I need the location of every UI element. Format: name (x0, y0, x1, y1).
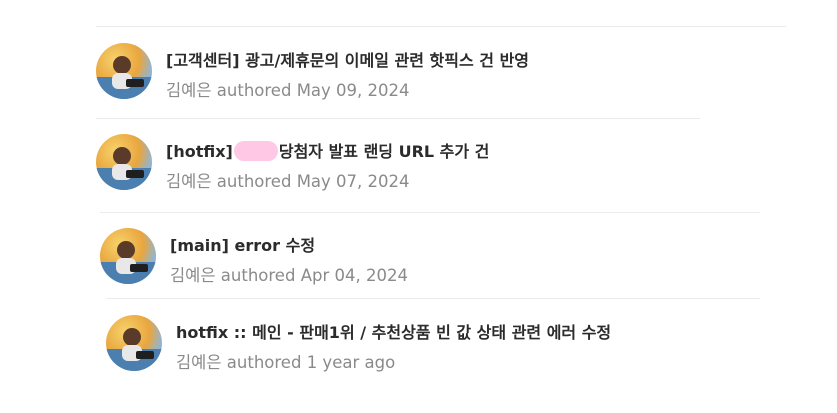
avatar[interactable] (96, 134, 152, 190)
redaction-mark (233, 141, 278, 161)
commit-author[interactable]: 김예은 (166, 81, 212, 100)
avatar[interactable] (96, 43, 152, 99)
commit-item[interactable]: hotfix :: 메인 - 판매1위 / 추천상품 빈 값 상태 관련 에러 … (106, 315, 796, 379)
commit-title[interactable]: hotfix :: 메인 - 판매1위 / 추천상품 빈 값 상태 관련 에러 … (176, 319, 611, 343)
commit-title-suffix[interactable]: 당첨자 발표 랜딩 URL 추가 건 (279, 142, 490, 161)
commit-meta: 김예은 authored 1 year ago (176, 349, 395, 373)
commit-date: May 07, 2024 (296, 172, 410, 191)
commit-verb: authored (220, 266, 296, 285)
commit-title[interactable]: [hotfix] 당첨자 발표 랜딩 URL 추가 건 (166, 138, 489, 162)
commit-verb: authored (216, 81, 292, 100)
commit-title[interactable]: [main] error 수정 (170, 232, 315, 256)
commit-author[interactable]: 김예은 (176, 353, 222, 372)
commit-date: May 09, 2024 (296, 81, 410, 100)
commit-item[interactable]: [main] error 수정 김예은 authored Apr 04, 202… (100, 228, 790, 292)
commit-verb: authored (216, 172, 292, 191)
commit-verb: authored (226, 353, 302, 372)
commit-date: Apr 04, 2024 (300, 266, 408, 285)
commit-meta: 김예은 authored May 09, 2024 (166, 77, 410, 101)
commit-date: 1 year ago (306, 353, 396, 372)
commit-meta: 김예은 authored Apr 04, 2024 (170, 262, 408, 286)
divider (106, 298, 760, 299)
commit-item[interactable]: [hotfix] 당첨자 발표 랜딩 URL 추가 건 김예은 authored … (96, 134, 786, 198)
divider (96, 118, 700, 119)
divider (100, 212, 760, 213)
commit-meta: 김예은 authored May 07, 2024 (166, 168, 410, 192)
commit-author[interactable]: 김예은 (170, 266, 216, 285)
commit-author[interactable]: 김예은 (166, 172, 212, 191)
divider (96, 26, 786, 27)
commit-title-prefix[interactable]: [hotfix] (166, 142, 233, 161)
commit-title[interactable]: [고객센터] 광고/제휴문의 이메일 관련 핫픽스 건 반영 (166, 47, 529, 71)
commit-item[interactable]: [고객센터] 광고/제휴문의 이메일 관련 핫픽스 건 반영 김예은 autho… (96, 43, 786, 107)
avatar[interactable] (100, 228, 156, 284)
avatar[interactable] (106, 315, 162, 371)
